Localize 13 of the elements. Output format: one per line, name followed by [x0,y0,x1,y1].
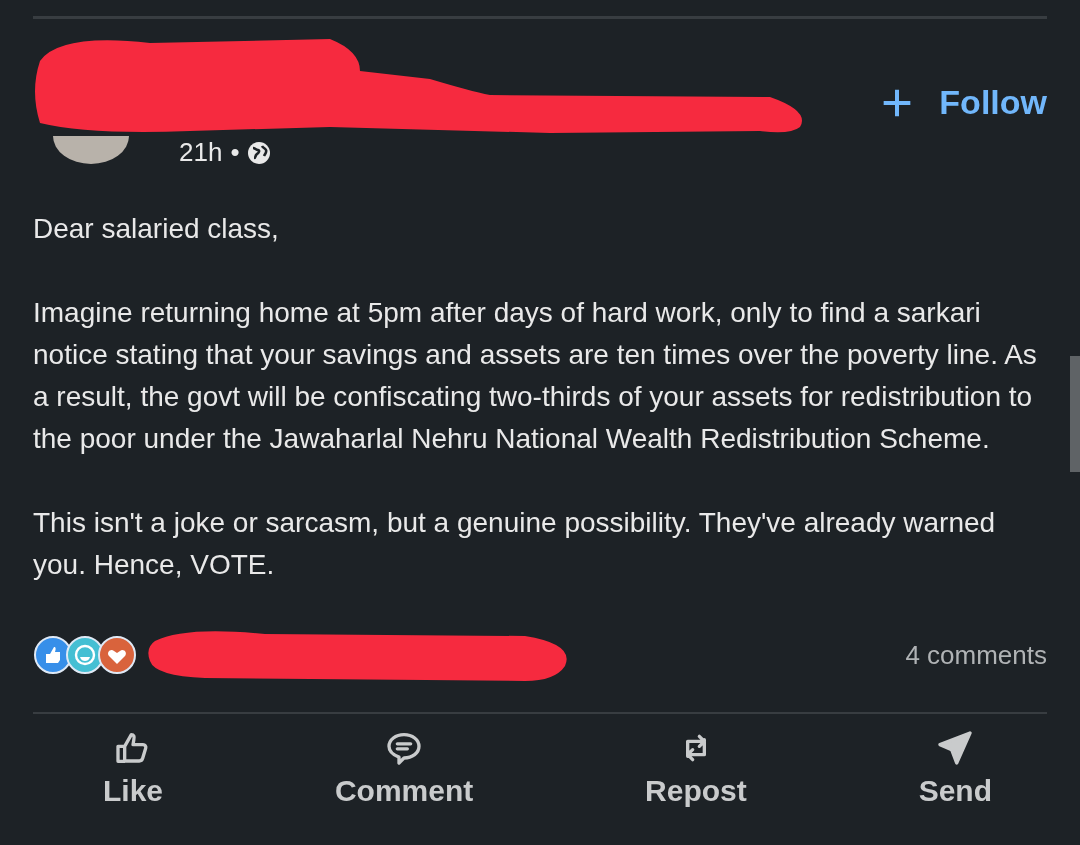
comment-count[interactable]: 4 comments [905,639,1047,671]
post-paragraph: This isn't a joke or sarcasm, but a genuine possibility. They've already warned you. Hence, VOTE. [33,506,997,582]
separator-dot: • [230,137,240,168]
repost-button[interactable]: Repost [645,728,747,808]
comment-button[interactable]: Comment [334,728,474,808]
like-button[interactable]: Like [103,728,164,808]
send-button[interactable]: Send [918,728,992,808]
post-time: 21h [179,137,223,168]
scrollbar-thumb[interactable] [1070,356,1080,472]
globe-icon [247,141,270,164]
post-paragraph: Dear salaried class, [33,212,280,246]
post-paragraph: Imagine returning home at 5pm after days of hard work, only to find a sarkari notice stating that your savings and assets are ten times over the poverty line. As a result, the govt will be confiscating two-thirds of your assets for redistribution to the poor under the Jawaharlal Nehru National Wealth Redistribution Scheme. [33,296,1038,456]
follow-button[interactable]: Follow [881,79,1047,126]
